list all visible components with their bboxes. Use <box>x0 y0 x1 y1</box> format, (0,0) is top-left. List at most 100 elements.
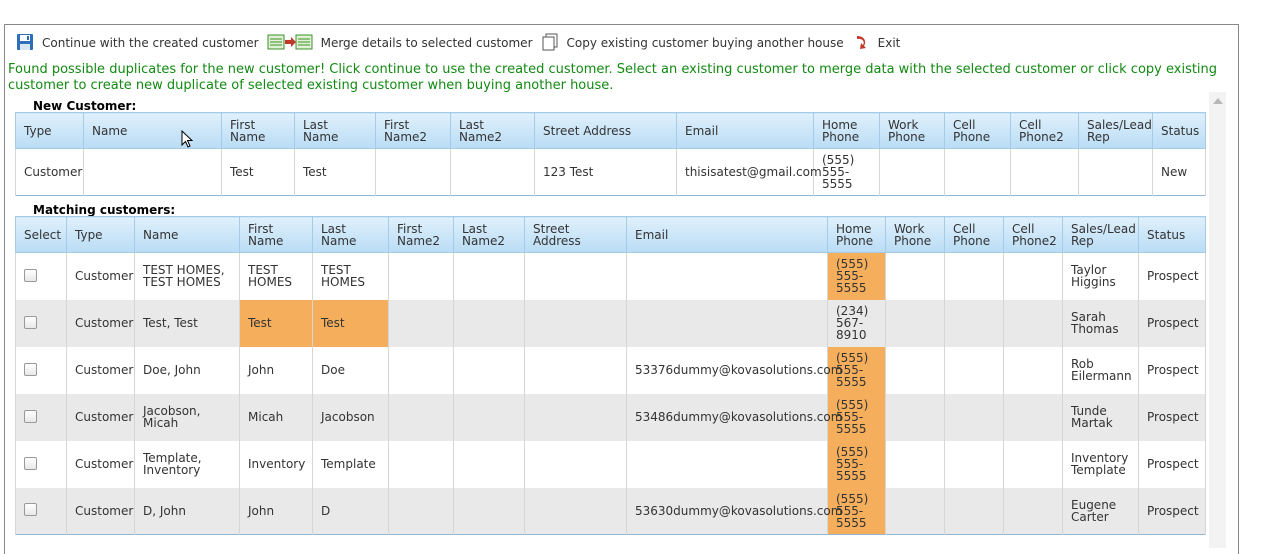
copy-icon <box>541 33 559 54</box>
column-header-first-name2[interactable]: First Name2 <box>375 112 451 149</box>
cell-name: Test, Test <box>134 299 240 347</box>
column-header-cell-phone2[interactable]: Cell Phone2 <box>1003 216 1063 253</box>
cell-last-name: D <box>312 487 389 535</box>
cell-status: Prospect <box>1138 346 1206 394</box>
scrollbar[interactable] <box>1209 92 1226 548</box>
merge-label: Merge details to selected customer <box>320 36 533 50</box>
cell-name: Jacobson, Micah <box>134 393 240 441</box>
column-header-work-phone[interactable]: Work Phone <box>885 216 945 253</box>
cell-first-name: Inventory <box>239 440 313 488</box>
column-header-cell-phone[interactable]: Cell Phone <box>944 216 1004 253</box>
merge-button[interactable]: Merge details to selected customer <box>267 33 533 54</box>
continue-label: Continue with the created customer <box>42 36 259 50</box>
column-header-select[interactable]: Select <box>15 216 67 253</box>
column-header-cell-phone2[interactable]: Cell Phone2 <box>1010 112 1079 149</box>
select-checkbox[interactable] <box>24 409 37 423</box>
column-header-type[interactable]: Type <box>66 216 135 253</box>
column-header-cell-phone[interactable]: Cell Phone <box>944 112 1011 149</box>
exit-icon <box>852 33 870 54</box>
cell-sales-lead-rep: Rob Eilermann <box>1062 346 1139 394</box>
select-checkbox[interactable] <box>24 362 37 376</box>
cell-status: Prospect <box>1138 440 1206 488</box>
cell-first-name2 <box>388 299 454 347</box>
column-header-sales-lead-rep[interactable]: Sales/Lead Rep <box>1062 216 1139 253</box>
column-header-status[interactable]: Status <box>1138 216 1206 253</box>
toolbar: Continue with the created customer Merge… <box>16 31 908 55</box>
cell-cell-phone2 <box>1003 393 1063 441</box>
table-row[interactable]: Customer Jacobson, Micah Micah Jacobson 5348… <box>15 393 1206 441</box>
column-header-first-name[interactable]: First Name <box>239 216 313 253</box>
cell-first-name: Micah <box>239 393 313 441</box>
column-header-name[interactable]: Name <box>134 216 240 253</box>
select-checkbox[interactable] <box>24 268 37 282</box>
table-row[interactable]: Customer Doe, John John Doe 53376dummy@kovas… <box>15 346 1206 394</box>
cell-work-phone <box>885 393 945 441</box>
cell-cell-phone <box>944 487 1004 535</box>
cell-home-phone: (555) 555-5555 <box>827 252 886 300</box>
cell-first-name: TEST HOMES <box>239 252 313 300</box>
column-header-first-name2[interactable]: First Name2 <box>388 216 454 253</box>
cell-name: Doe, John <box>134 346 240 394</box>
cell-work-phone <box>885 252 945 300</box>
column-header-street-address[interactable]: Street Address <box>534 112 677 149</box>
cell-last-name: TEST HOMES <box>312 252 389 300</box>
continue-button[interactable]: Continue with the created customer <box>16 33 259 54</box>
cell-name <box>83 148 222 196</box>
column-header-email[interactable]: Email <box>676 112 814 149</box>
column-header-name[interactable]: Name <box>83 112 222 149</box>
cell-home-phone: (555) 555-5555 <box>827 487 886 535</box>
cell-last-name: Test <box>294 148 376 196</box>
column-header-home-phone[interactable]: Home Phone <box>813 112 880 149</box>
select-checkbox[interactable] <box>24 456 37 470</box>
cell-last-name2 <box>453 393 525 441</box>
table-row[interactable]: Customer D, John John D 53630dummy@kovasolut… <box>15 487 1206 535</box>
scroll-up-icon[interactable] <box>1213 98 1223 104</box>
cell-cell-phone2 <box>1003 440 1063 488</box>
cell-sales-lead-rep: Eugene Carter <box>1062 487 1139 535</box>
column-header-sales-lead-rep[interactable]: Sales/Lead Rep <box>1078 112 1153 149</box>
table-row[interactable]: Customer Template, Inventory Inventory Temp… <box>15 440 1206 488</box>
cell-email: thisisatest@gmail.com <box>676 148 822 196</box>
table-row[interactable]: Customer Test, Test Test Test (234) 567-8910… <box>15 299 1206 347</box>
column-header-work-phone[interactable]: Work Phone <box>879 112 945 149</box>
cell-email: 53376dummy@kovasolutions.com <box>626 346 842 394</box>
column-header-last-name2[interactable]: Last Name2 <box>450 112 535 149</box>
cell-name: D, John <box>134 487 240 535</box>
cell-work-phone <box>885 440 945 488</box>
cell-cell-phone2 <box>1010 148 1079 196</box>
column-header-email[interactable]: Email <box>626 216 828 253</box>
select-checkbox[interactable] <box>24 503 37 517</box>
cell-street-address <box>524 346 627 394</box>
mouse-cursor-icon <box>181 129 194 151</box>
copy-button[interactable]: Copy existing customer buying another ho… <box>541 33 844 54</box>
exit-button[interactable]: Exit <box>852 33 900 54</box>
table-row[interactable]: Customer TEST HOMES, TEST HOMES TEST HOMES… <box>15 252 1206 300</box>
cell-cell-phone2 <box>1003 299 1063 347</box>
cell-first-name: John <box>239 346 313 394</box>
cell-first-name2 <box>375 148 451 196</box>
merge-icon <box>267 33 313 54</box>
cell-email <box>626 252 828 300</box>
cell-first-name2 <box>388 252 454 300</box>
column-header-first-name[interactable]: First Name <box>221 112 295 149</box>
cell-home-phone: (555) 555-5555 <box>813 148 880 196</box>
cell-cell-phone2 <box>1003 346 1063 394</box>
cell-type: Customer <box>66 487 135 535</box>
cell-type: Customer <box>66 393 135 441</box>
select-checkbox[interactable] <box>24 315 37 329</box>
cell-cell-phone2 <box>1003 252 1063 300</box>
column-header-type[interactable]: Type <box>15 112 84 149</box>
column-header-home-phone[interactable]: Home Phone <box>827 216 886 253</box>
cell-home-phone: (555) 555-5555 <box>827 393 886 441</box>
cell-name: TEST HOMES, TEST HOMES <box>134 252 240 300</box>
cell-cell-phone <box>944 148 1011 196</box>
cell-status: Prospect <box>1138 299 1206 347</box>
cell-first-name: Test <box>221 148 295 196</box>
column-header-last-name2[interactable]: Last Name2 <box>453 216 525 253</box>
column-header-last-name[interactable]: Last Name <box>294 112 376 149</box>
column-header-last-name[interactable]: Last Name <box>312 216 389 253</box>
column-header-status[interactable]: Status <box>1152 112 1206 149</box>
cell-work-phone <box>885 487 945 535</box>
matching-customers-label: Matching customers: <box>33 203 176 217</box>
column-header-street-address[interactable]: Street Address <box>524 216 627 253</box>
